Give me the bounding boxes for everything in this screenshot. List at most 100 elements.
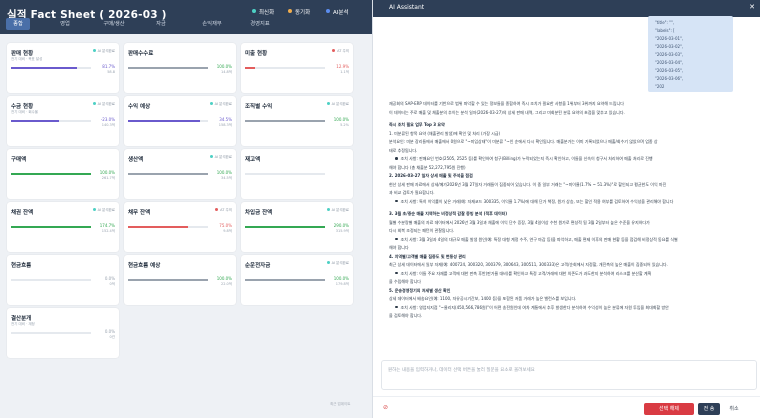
bubble-line: "title": "", xyxy=(655,20,675,25)
message-line: 분석요인: 미분 장리들에서 매출에서 0원으로 "~미입상태"이 미분류 "~… xyxy=(389,139,658,144)
card-value: 58.8 xyxy=(107,70,115,74)
card-title: 현금흐름 예상 xyxy=(128,263,161,269)
message-line: 태로 추정됩니다. xyxy=(389,147,418,153)
message-line: 이 데이터는 주로 매출 및 채출분의 추이는 분석 일자(2026-03-27… xyxy=(389,109,625,115)
progress-bar-fill xyxy=(128,226,188,228)
last-update-note: 최근 업데이트 xyxy=(330,402,351,406)
clear-selection-button[interactable]: 선택 해제 xyxy=(644,403,694,415)
ai-dot-icon xyxy=(326,9,330,13)
kpi-card[interactable]: 생산액 AI 분석완료 100.0% 34.5억 xyxy=(124,149,236,199)
tab-purchase[interactable]: 구매/생산 xyxy=(98,18,130,30)
card-percent: -23.0% xyxy=(100,117,115,122)
tab-bar: 종합 영업 구매/생산 자금 손익재무 경영지표 xyxy=(0,14,372,34)
progress-bar xyxy=(245,279,325,281)
tab-kpi[interactable]: 경영지표 xyxy=(244,18,276,30)
card-value: 140.3억 xyxy=(101,123,115,127)
card-percent: 100.0% xyxy=(99,170,115,175)
bubble-line: "labels": [ xyxy=(655,28,675,33)
tab-sales[interactable]: 영업 xyxy=(52,18,78,30)
card-title: 구매액 xyxy=(11,157,27,163)
progress-bar xyxy=(11,279,91,281)
status-badge: AI 분석완료 xyxy=(92,49,115,54)
kpi-card[interactable]: 결산분개 전기 대비 · 계정 0.0% 0건 xyxy=(7,308,119,358)
status-dot-icon xyxy=(209,102,213,105)
bubble-line: "2026-03-03", xyxy=(655,52,684,57)
card-percent: 75.0% xyxy=(219,223,232,228)
card-value: 22.0억 xyxy=(220,282,232,286)
kpi-card[interactable]: 판매 현황 전기 대비 · 목표 달성 AI 분석완료 81.7% 58.8 xyxy=(7,43,119,93)
card-subtitle: 전기 대비 · 회수율 xyxy=(11,110,38,114)
attach-icon[interactable]: ⊘ xyxy=(383,404,388,411)
status-dot-icon xyxy=(92,49,96,52)
kpi-card[interactable]: 수익 예상 AI 분석완료 34.5% 158.3억 xyxy=(124,96,236,146)
kpi-card[interactable]: 현금흐름 0.0% 0억 xyxy=(7,255,119,305)
kpi-card[interactable]: 순운전자금 AI 분석완료 100.0% 179.8억 xyxy=(241,255,353,305)
chat-input-placeholder: 원하는 내용을 입력하거나, 데이터 선택 버튼을 눌러 질문을 요소로 올려보… xyxy=(388,368,535,373)
progress-bar-fill xyxy=(245,279,325,281)
progress-bar xyxy=(11,332,91,334)
message-bullet-line: 조치 사항: 이들 주요 자재를 고객에 대한 판촉 후반(판가율 대비)를 확… xyxy=(395,271,745,277)
kpi-card[interactable]: 수금 현황 전기 대비 · 회수율 AI 분석완료 -23.0% 140.3억 xyxy=(7,96,119,146)
card-value: 14.8억 xyxy=(220,70,232,74)
progress-bar xyxy=(128,67,208,69)
card-percent: 100.0% xyxy=(216,170,232,175)
card-value: 261.7억 xyxy=(101,176,115,180)
kpi-card[interactable]: 구매액 100.0% 261.7억 xyxy=(7,149,119,199)
message-bullet-line: 조치 사항: 3월 3일과 4일의 대규모 매출 발생 원인(예: 특정 대형 … xyxy=(395,237,745,243)
chat-input[interactable]: 원하는 내용을 입력하거나, 데이터 선택 버튼을 눌러 질문을 요소로 올려보… xyxy=(381,360,757,390)
bullet-icon xyxy=(395,157,398,160)
assistant-footer: ⊘ 선택 해제 전 송 취소 xyxy=(373,396,760,418)
kpi-card[interactable]: 현금흐름 예상 100.0% 22.0억 xyxy=(124,255,236,305)
progress-bar-fill xyxy=(245,67,256,69)
status-badge: AI 분석완료 xyxy=(209,155,232,160)
card-value: 158.3억 xyxy=(218,123,232,127)
card-value: 5.2% xyxy=(340,123,349,127)
status-badge: AI 분석완료 xyxy=(326,261,349,266)
card-title: 재고액 xyxy=(245,157,261,163)
tab-pnl[interactable]: 손익재무 xyxy=(196,18,228,30)
progress-bar xyxy=(245,226,325,228)
kpi-card[interactable]: 채권 잔액 AI 분석완료 174.7% 152.4억 xyxy=(7,202,119,252)
kpi-card[interactable]: 조직별 수익 AI 분석완료 100.0% 5.2% xyxy=(241,96,353,146)
message-line: 2. 2026-03-27 일자 상세 매출 및 주석을 점검 xyxy=(389,173,473,178)
progress-bar xyxy=(245,173,325,175)
kpi-card[interactable]: 차입금 잔액 AI 분석완료 290.0% 315.9억 xyxy=(241,202,353,252)
card-value: 0건 xyxy=(109,335,115,339)
kpi-card[interactable]: 판매수수료 100.0% 14.8억 xyxy=(124,43,236,93)
tab-funds[interactable]: 자금 xyxy=(148,18,174,30)
cancel-button[interactable]: 취소 xyxy=(723,403,745,415)
card-title: 생산액 xyxy=(128,157,144,163)
card-title: 현금흐름 xyxy=(11,263,32,269)
kpi-card[interactable]: 채무 잔액 AT 주의 75.0% 9.8억 xyxy=(124,202,236,252)
card-value: 9.8억 xyxy=(223,229,232,233)
kpi-card[interactable]: 미출 현황 AT 주의 12.9% 1.1억 xyxy=(241,43,353,93)
status-badge: AT 주의 xyxy=(332,49,349,54)
card-title: 판매 현황 xyxy=(11,51,34,57)
card-title: 판매수수료 xyxy=(128,51,154,57)
close-icon[interactable]: ✕ xyxy=(749,3,755,11)
progress-bar-fill xyxy=(11,226,91,228)
card-percent: 12.9% xyxy=(336,64,349,69)
status-dot-icon xyxy=(326,261,330,264)
user-message-bubble: "title": "", "labels": ["2026-03-01", "202… xyxy=(648,16,733,92)
send-button[interactable]: 전 송 xyxy=(698,403,720,415)
card-title: 미출 현황 xyxy=(245,51,268,57)
kpi-card[interactable]: 재고액 xyxy=(241,149,353,199)
bubble-line: "2026-03-04", xyxy=(655,60,684,65)
progress-bar-fill xyxy=(128,173,208,175)
card-value: 0억 xyxy=(109,282,115,286)
message-line: 최근 상세 데이터에서 일부 자재(예: 400724, 300320, 300… xyxy=(389,262,668,267)
message-line: 해야 합니다 xyxy=(389,245,409,250)
tab-summary[interactable]: 종합 xyxy=(6,18,30,30)
card-percent: 290.0% xyxy=(333,223,349,228)
status-dot-icon xyxy=(209,155,213,158)
message-line: 1. 미분류된 항목 요약 (채출관리 발생)에 확인 및 처리 (가장 시급) xyxy=(389,130,501,136)
message-line: 3. 3월 초/중순 매출 지역하는 비정상적 감찰 증빙 분석 (적후 데이터… xyxy=(389,211,508,216)
progress-bar-fill xyxy=(128,67,208,69)
status-dot-icon xyxy=(326,102,330,105)
card-value: 152.4억 xyxy=(101,229,115,233)
card-value: 315.9억 xyxy=(335,229,349,233)
card-title: 조직별 수익 xyxy=(245,104,273,110)
message-line: 월별 수분량별 매출의 자료 데이터에서 2026년 3월 3일과 채출에 이익… xyxy=(389,219,650,225)
message-line: 을 검토해야 합니다. xyxy=(389,313,423,318)
